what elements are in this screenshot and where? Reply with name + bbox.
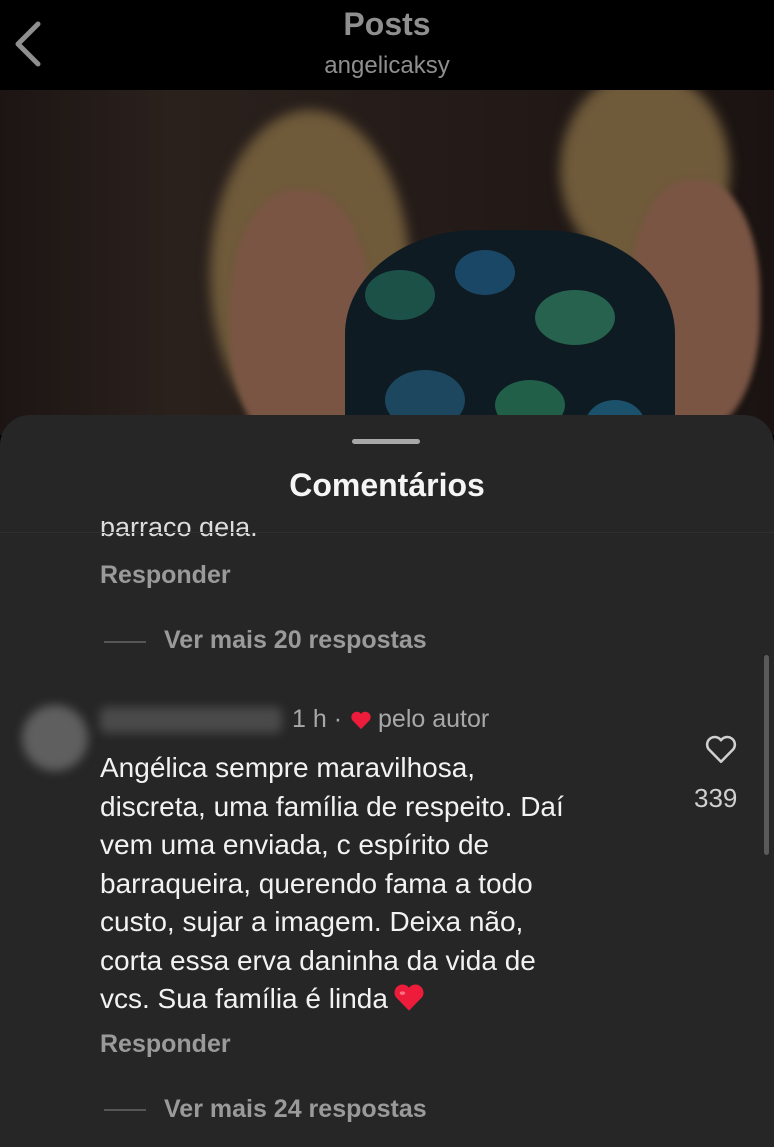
- comment-line: corta essa erva daninha da vida de: [100, 944, 536, 976]
- drag-handle[interactable]: [352, 439, 420, 444]
- comment-time: 1 h ·: [292, 705, 343, 733]
- comments-sheet: Comentários barraco dela. Responder Ver …: [0, 415, 774, 1147]
- liked-by-author-label: pelo autor: [378, 705, 490, 733]
- comment-meta: 1 h · pelo autor: [100, 705, 489, 734]
- replies-divider: [104, 1109, 146, 1111]
- top-navigation-bar: Posts angelicaksy: [0, 0, 774, 90]
- comment-line: discreta, uma família de respeito. Daí: [100, 790, 564, 822]
- reply-button[interactable]: Responder: [100, 1030, 231, 1059]
- replies-divider: [104, 641, 146, 643]
- view-more-replies-button[interactable]: Ver mais 24 respostas: [164, 1095, 427, 1124]
- like-count: 339: [694, 783, 738, 813]
- page-title: Posts: [343, 6, 431, 42]
- red-heart-emoji: [394, 984, 424, 1011]
- post-image[interactable]: [0, 90, 774, 435]
- comment-text: Angélica sempre maravilhosa, discreta, u…: [100, 749, 660, 1019]
- comment-line: custo, sujar a imagem. Deixa não,: [100, 906, 524, 937]
- view-more-replies-button[interactable]: Ver mais 20 respostas: [164, 626, 427, 655]
- comment-last-line: vcs. Sua família é linda: [100, 980, 660, 1019]
- previous-comment-text: barraco dela.: [100, 521, 258, 539]
- comments-title: Comentários: [289, 467, 485, 503]
- heart-outline-icon[interactable]: [704, 732, 738, 766]
- heart-filled-icon: [351, 711, 371, 729]
- reply-button[interactable]: Responder: [100, 561, 231, 590]
- avatar[interactable]: [22, 705, 88, 771]
- scrollbar[interactable]: [764, 655, 769, 855]
- dress-pattern: [345, 230, 675, 435]
- header-divider: [0, 532, 774, 533]
- comment-line: barraqueira, querendo fama a todo: [100, 867, 533, 899]
- comment-line: Angélica sempre maravilhosa,: [100, 752, 476, 783]
- comment-line: vcs. Sua família é linda: [100, 983, 388, 1014]
- username-blurred[interactable]: [100, 706, 282, 733]
- profile-username[interactable]: angelicaksy: [0, 52, 774, 80]
- comment-line: vem uma enviada, c espírito de: [100, 829, 490, 860]
